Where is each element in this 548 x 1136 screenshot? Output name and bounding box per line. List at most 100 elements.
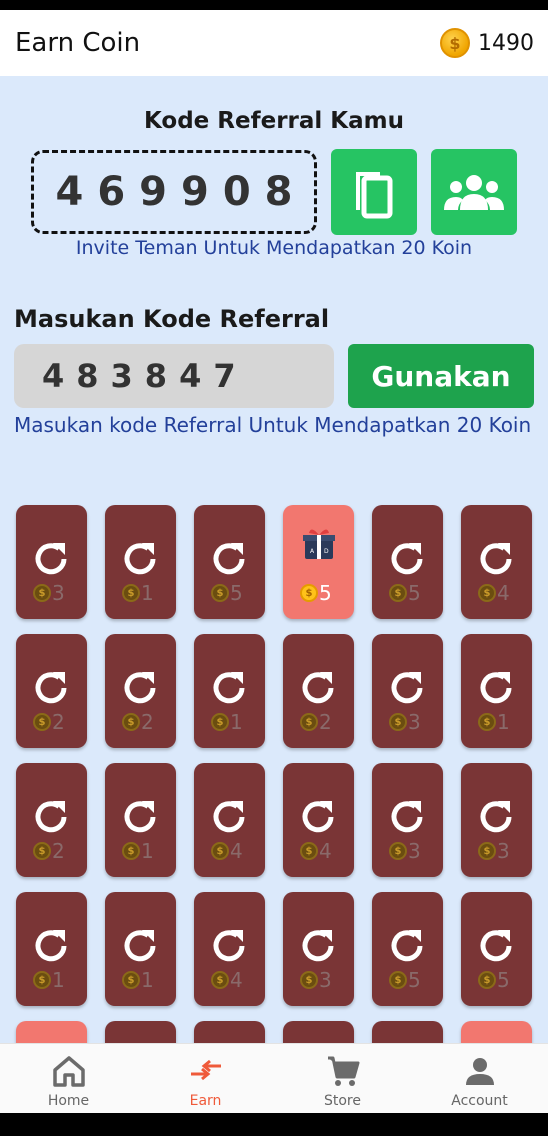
reward-card[interactable]: $1 <box>16 892 87 1006</box>
reward-card[interactable]: $3 <box>283 892 354 1006</box>
nav-account[interactable]: Account <box>411 1044 548 1114</box>
coin-icon: $ <box>389 584 407 602</box>
coin-icon: $ <box>33 713 51 731</box>
reward-card[interactable]: $4 <box>461 505 532 619</box>
refresh-icon <box>120 926 160 970</box>
refresh-icon <box>209 668 249 712</box>
nav-account-label: Account <box>451 1093 508 1109</box>
card-reward: $3 <box>389 710 421 734</box>
refresh-icon <box>387 668 427 712</box>
nav-earn[interactable]: Earn <box>137 1044 274 1114</box>
swap-icon <box>190 1059 221 1081</box>
refresh-icon <box>387 926 427 970</box>
refresh-icon <box>387 539 427 583</box>
card-reward: $4 <box>211 839 243 863</box>
coin-icon: $ <box>478 713 496 731</box>
card-reward-value: 4 <box>230 839 243 863</box>
reward-card[interactable]: $1 <box>461 634 532 748</box>
coin-icon: $ <box>211 584 229 602</box>
coin-icon: $ <box>211 842 229 860</box>
reward-card[interactable]: $3 <box>372 634 443 748</box>
nav-store[interactable]: Store <box>274 1044 411 1114</box>
coin-icon: $ <box>478 971 496 989</box>
reward-card[interactable]: $5 <box>372 505 443 619</box>
refresh-icon <box>31 926 71 970</box>
coin-icon: $ <box>300 842 318 860</box>
refresh-icon <box>387 797 427 841</box>
reward-card[interactable]: $3 <box>16 505 87 619</box>
reward-card[interactable]: $5 <box>461 892 532 1006</box>
card-reward-value: 1 <box>52 968 65 992</box>
reward-card-grid: $3 $1 $5 A D $5 $5 $4 $2 $2 $1 $2 $3 $1 $2 $1 $4 $4 $3 $3 $1… <box>0 0 548 1136</box>
reward-card[interactable]: $1 <box>105 892 176 1006</box>
card-reward: $2 <box>33 710 65 734</box>
reward-card[interactable]: $1 <box>105 763 176 877</box>
card-reward-value: 1 <box>141 839 154 863</box>
refresh-icon <box>31 797 71 841</box>
card-reward-value: 5 <box>230 581 243 605</box>
reward-card[interactable]: $5 <box>372 892 443 1006</box>
card-reward: $1 <box>211 710 243 734</box>
coin-icon: $ <box>478 584 496 602</box>
card-reward: $1 <box>122 968 154 992</box>
coin-icon: $ <box>33 971 51 989</box>
coin-icon: $ <box>300 584 318 602</box>
nav-earn-label: Earn <box>189 1093 222 1109</box>
card-reward-value: 2 <box>52 710 65 734</box>
reward-card[interactable]: $2 <box>16 634 87 748</box>
coin-icon: $ <box>122 713 140 731</box>
card-reward-value: 3 <box>52 581 65 605</box>
refresh-icon <box>298 797 338 841</box>
refresh-icon <box>31 539 71 583</box>
gift-icon: AD <box>303 527 335 565</box>
svg-text:D: D <box>324 548 329 555</box>
coin-icon: $ <box>122 584 140 602</box>
card-reward: $2 <box>300 710 332 734</box>
card-reward-value: 2 <box>52 839 65 863</box>
reward-card[interactable]: $5 <box>194 505 265 619</box>
card-reward: $4 <box>300 839 332 863</box>
coin-icon: $ <box>300 713 318 731</box>
nav-home-label: Home <box>47 1093 90 1109</box>
home-icon <box>52 1056 85 1087</box>
reward-card[interactable]: $4 <box>194 892 265 1006</box>
card-reward: $2 <box>33 839 65 863</box>
gift-card[interactable]: A D $5 <box>283 505 354 619</box>
refresh-icon <box>31 668 71 712</box>
nav-home[interactable]: Home <box>0 1044 137 1114</box>
reward-card[interactable]: $2 <box>16 763 87 877</box>
coin-icon: $ <box>389 971 407 989</box>
card-reward-value: 3 <box>408 839 421 863</box>
card-reward: $4 <box>211 968 243 992</box>
nav-store-label: Store <box>323 1093 361 1109</box>
card-reward-value: 5 <box>319 581 332 605</box>
reward-card[interactable]: $4 <box>283 763 354 877</box>
card-reward-value: 5 <box>408 968 421 992</box>
reward-card[interactable]: $2 <box>283 634 354 748</box>
coin-icon: $ <box>300 971 318 989</box>
refresh-icon <box>476 797 516 841</box>
reward-card[interactable]: $3 <box>372 763 443 877</box>
reward-card[interactable]: $1 <box>105 505 176 619</box>
refresh-icon <box>120 668 160 712</box>
coin-icon: $ <box>122 842 140 860</box>
bottom-navigation: Home Earn Store Account <box>0 1043 548 1114</box>
card-reward: $3 <box>389 839 421 863</box>
card-reward: $3 <box>300 968 332 992</box>
card-reward-value: 5 <box>497 968 510 992</box>
refresh-icon <box>209 539 249 583</box>
reward-card[interactable]: $3 <box>461 763 532 877</box>
card-reward: $3 <box>33 581 65 605</box>
card-reward-value: 3 <box>408 710 421 734</box>
refresh-icon <box>209 926 249 970</box>
card-reward: $1 <box>33 968 65 992</box>
card-reward-value: 5 <box>408 581 421 605</box>
reward-card[interactable]: $1 <box>194 634 265 748</box>
card-reward: $1 <box>478 710 510 734</box>
refresh-icon <box>209 797 249 841</box>
reward-card[interactable]: $2 <box>105 634 176 748</box>
coin-icon: $ <box>389 842 407 860</box>
card-reward-value: 3 <box>319 968 332 992</box>
reward-card[interactable]: $4 <box>194 763 265 877</box>
card-reward-value: 2 <box>141 710 154 734</box>
